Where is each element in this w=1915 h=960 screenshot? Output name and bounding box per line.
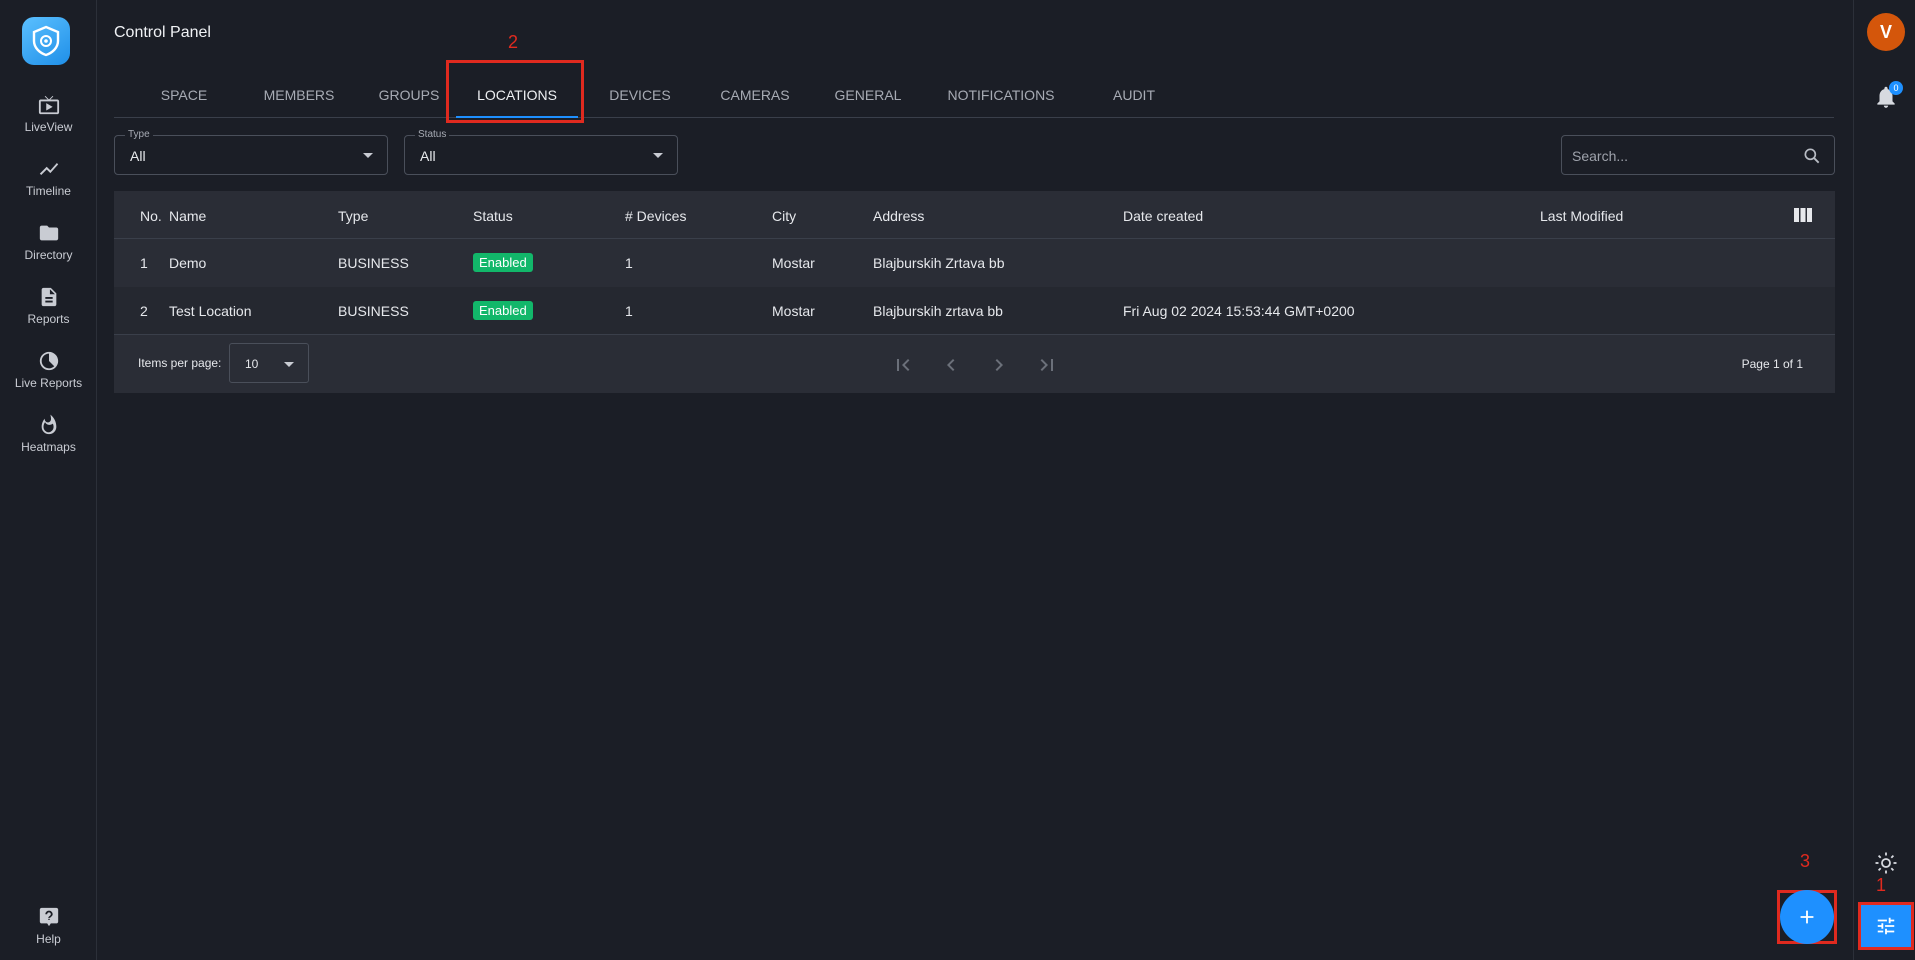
tab-members[interactable]: MEMBERS xyxy=(244,72,354,118)
annotation-marker-2: 2 xyxy=(508,32,519,52)
plus-icon xyxy=(1800,910,1814,924)
sun-icon[interactable] xyxy=(1874,851,1898,875)
annotation-marker-3: 3 xyxy=(1800,851,1811,871)
tv-play-icon xyxy=(38,95,59,115)
trend-line-icon xyxy=(39,163,58,175)
document-icon xyxy=(41,287,56,307)
last-page-icon xyxy=(1040,359,1053,371)
previous-page-button[interactable] xyxy=(939,353,963,377)
type-filter-select[interactable]: Type All xyxy=(114,129,388,175)
tab-notifications[interactable]: NOTIFICATIONS xyxy=(936,72,1066,118)
column-header-no[interactable]: No. xyxy=(140,208,162,224)
items-per-page-label: Items per page: xyxy=(138,356,222,370)
column-header-status[interactable]: Status xyxy=(473,208,513,224)
tab-general[interactable]: GENERAL xyxy=(818,72,918,118)
cell-name: Test Location xyxy=(169,303,252,319)
first-page-icon xyxy=(897,359,910,371)
tab-cameras[interactable]: CAMERAS xyxy=(700,72,810,118)
next-page-button[interactable] xyxy=(987,353,1011,377)
sidebar-item-label: Help xyxy=(36,932,61,946)
table-row[interactable]: 2 Test Location BUSINESS Enabled 1 Mosta… xyxy=(114,287,1835,335)
sidebar-item-timeline[interactable]: Timeline xyxy=(0,158,97,214)
first-page-button[interactable] xyxy=(891,353,915,377)
annotation-marker-1: 1 xyxy=(1876,875,1887,895)
type-filter-label: Type xyxy=(125,129,153,140)
search-icon[interactable] xyxy=(1802,146,1822,166)
sidebar-item-liveview[interactable]: LiveView xyxy=(0,94,97,150)
sidebar-item-reports[interactable]: Reports xyxy=(0,286,97,342)
tab-bar: SPACE MEMBERS GROUPS LOCATIONS DEVICES C… xyxy=(114,72,1834,118)
folder-icon xyxy=(39,225,58,241)
cell-name: Demo xyxy=(169,255,207,271)
chevron-right-icon xyxy=(995,359,1003,371)
chevron-down-icon xyxy=(284,362,294,367)
status-badge: Enabled xyxy=(473,253,533,272)
status-badge: Enabled xyxy=(473,301,533,320)
sidebar-item-directory[interactable]: Directory xyxy=(0,222,97,278)
items-per-page-value: 10 xyxy=(245,357,259,371)
sidebar-item-label: Heatmaps xyxy=(21,440,76,454)
help-icon xyxy=(39,907,58,927)
status-filter-value: All xyxy=(420,148,436,164)
type-filter-value: All xyxy=(130,148,146,164)
cell-no: 2 xyxy=(140,303,148,319)
status-filter-label: Status xyxy=(415,129,450,140)
column-header-date-created[interactable]: Date created xyxy=(1123,208,1203,224)
sidebar-item-label: Reports xyxy=(27,312,70,326)
search-field xyxy=(1561,135,1835,175)
sidebar-item-help[interactable]: Help xyxy=(0,906,97,960)
control-panel-button[interactable] xyxy=(1858,902,1914,950)
column-header-name[interactable]: Name xyxy=(169,208,206,224)
tab-audit[interactable]: AUDIT xyxy=(1084,72,1184,118)
chevron-down-icon xyxy=(363,153,373,158)
sidebar-item-label: Live Reports xyxy=(14,376,83,390)
last-page-button[interactable] xyxy=(1035,353,1059,377)
sidebar-item-label: LiveView xyxy=(24,120,73,134)
search-input[interactable] xyxy=(1572,145,1792,167)
column-header-address[interactable]: Address xyxy=(873,208,924,224)
cell-type: BUSINESS xyxy=(338,255,409,271)
cell-address: Blajburskih zrtava bb xyxy=(873,303,1003,319)
cell-devices: 1 xyxy=(625,255,633,271)
cell-city: Mostar xyxy=(772,303,815,319)
avatar[interactable]: V xyxy=(1867,13,1905,51)
page-title: Control Panel xyxy=(114,24,211,41)
page-info: Page 1 of 1 xyxy=(1741,357,1803,371)
cell-type: BUSINESS xyxy=(338,303,409,319)
live-report-icon xyxy=(39,351,58,371)
sidebar-item-live-reports[interactable]: Live Reports xyxy=(0,350,97,406)
add-location-button[interactable] xyxy=(1780,890,1834,944)
table-row[interactable]: 1 Demo BUSINESS Enabled 1 Mostar Blajbur… xyxy=(114,239,1835,287)
table-footer: Items per page: 10 Page 1 of 1 xyxy=(114,336,1835,393)
left-sidebar: LiveView Timeline Directory Reports Live… xyxy=(0,0,97,960)
status-filter-select[interactable]: Status All xyxy=(404,129,678,175)
sidebar-item-label: Directory xyxy=(24,248,73,262)
cell-devices: 1 xyxy=(625,303,633,319)
tab-devices[interactable]: DEVICES xyxy=(590,72,690,118)
column-header-devices[interactable]: # Devices xyxy=(625,208,686,224)
cell-address: Blajburskih Zrtava bb xyxy=(873,255,1005,271)
app-logo-icon[interactable] xyxy=(22,17,70,65)
flame-icon xyxy=(41,414,56,435)
locations-table: No. Name Type Status # Devices City Addr… xyxy=(114,191,1835,393)
tune-icon xyxy=(1877,917,1895,935)
cell-date-created: Fri Aug 02 2024 15:53:44 GMT+0200 xyxy=(1123,303,1355,319)
tab-groups[interactable]: GROUPS xyxy=(354,72,464,118)
column-header-city[interactable]: City xyxy=(772,208,796,224)
right-rail: V 0 xyxy=(1853,0,1915,960)
chevron-left-icon xyxy=(947,359,955,371)
columns-icon[interactable] xyxy=(1794,208,1812,222)
sidebar-item-label: Timeline xyxy=(26,184,71,198)
sidebar-item-heatmaps[interactable]: Heatmaps xyxy=(0,414,97,470)
chevron-down-icon xyxy=(653,153,663,158)
items-per-page-select[interactable]: 10 xyxy=(229,343,309,383)
tab-locations[interactable]: LOCATIONS xyxy=(456,72,578,118)
notification-count-badge: 0 xyxy=(1889,81,1903,95)
cell-city: Mostar xyxy=(772,255,815,271)
cell-no: 1 xyxy=(140,255,148,271)
column-header-type[interactable]: Type xyxy=(338,208,368,224)
tab-space[interactable]: SPACE xyxy=(124,72,244,118)
column-header-last-modified[interactable]: Last Modified xyxy=(1540,208,1623,224)
table-header: No. Name Type Status # Devices City Addr… xyxy=(114,191,1835,239)
